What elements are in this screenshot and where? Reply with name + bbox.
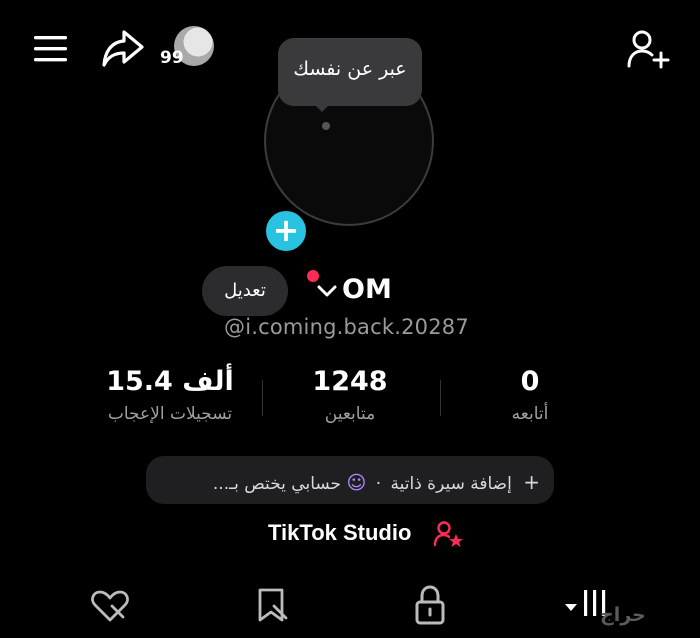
notification-dot — [307, 270, 319, 282]
add-person-icon — [627, 30, 670, 69]
followers-label: متابعين — [324, 404, 376, 424]
smiley-icon: ☺ — [346, 472, 367, 494]
likes-label: تسجيلات الإعجاب — [107, 404, 233, 424]
plus-icon: + — [523, 470, 540, 494]
separator: · — [375, 474, 382, 494]
hamburger-menu-icon — [34, 36, 67, 62]
add-bio-label: إضافة سيرة ذاتية — [390, 474, 512, 494]
share-button[interactable] — [100, 26, 146, 72]
avatar-dot — [322, 122, 330, 130]
followers-count[interactable]: 1248 — [290, 366, 410, 397]
add-photo-button[interactable]: + — [263, 208, 309, 254]
studio-icon-wrap[interactable] — [434, 520, 464, 548]
story-badge[interactable]: 99 — [160, 26, 218, 74]
following-label: أتابعه — [511, 404, 549, 424]
bookmark-icon — [258, 588, 288, 622]
account-for-label: حسابي يختص بـ... — [212, 474, 342, 494]
tiktok-studio-link[interactable]: TikTok Studio — [268, 520, 411, 546]
username: @i.coming.back.20287 — [224, 315, 469, 339]
tab-private[interactable] — [412, 584, 448, 626]
share-arrow-icon — [102, 30, 144, 67]
story-count: 99 — [160, 48, 184, 68]
bio-prompt-text: عبر عن نفسك — [293, 58, 407, 80]
tab-favorites[interactable] — [254, 586, 292, 626]
bio-bar-text: + إضافة سيرة ذاتية · ☺ حسابي يختص بـ... — [160, 470, 540, 494]
edit-profile-button[interactable]: تعديل — [202, 266, 288, 316]
add-friend-button[interactable] — [626, 28, 670, 72]
stats-divider — [262, 380, 263, 416]
watermark-logo: حراج — [600, 604, 646, 626]
plus-icon: + — [272, 211, 300, 249]
lock-icon — [415, 585, 445, 625]
chevron-down-icon — [317, 285, 337, 297]
bubble-tail — [314, 104, 330, 112]
likes-count[interactable]: 15.4 ألف — [95, 366, 245, 397]
tab-liked[interactable] — [90, 588, 130, 624]
heart-icon — [91, 590, 129, 622]
menu-button[interactable] — [32, 32, 70, 66]
display-name[interactable]: OM — [342, 274, 392, 305]
following-count[interactable]: 0 — [480, 366, 580, 397]
account-switch-button[interactable] — [316, 284, 338, 298]
person-star-icon — [434, 521, 463, 547]
stats-divider — [440, 380, 441, 416]
